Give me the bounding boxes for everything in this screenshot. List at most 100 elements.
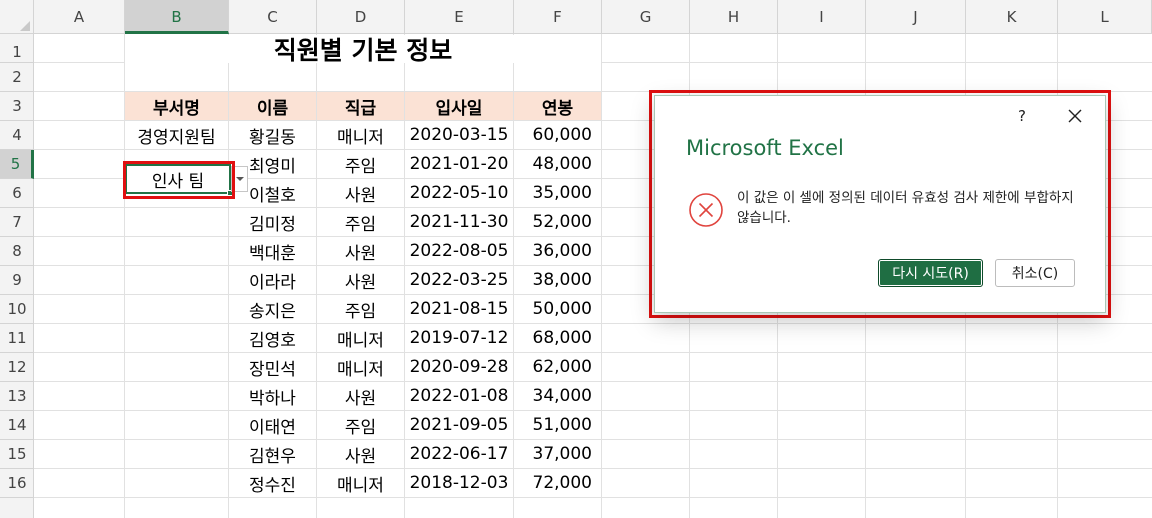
- hire-date-cell[interactable]: 2019-07-12: [405, 324, 513, 352]
- position-cell[interactable]: 주임: [317, 208, 404, 236]
- row-header-5[interactable]: 5: [0, 150, 34, 179]
- row-header-16[interactable]: 16: [0, 469, 34, 498]
- hire-date-cell[interactable]: 2020-09-28: [405, 353, 513, 381]
- salary-cell[interactable]: 38,000: [514, 266, 601, 294]
- retry-button[interactable]: 다시 시도(R): [878, 259, 983, 287]
- salary-cell[interactable]: 36,000: [514, 237, 601, 265]
- dept-cell[interactable]: 경영지원팀: [125, 121, 228, 149]
- hire-date-cell[interactable]: 2021-01-20: [405, 150, 513, 178]
- column-header-k[interactable]: K: [966, 0, 1058, 34]
- column-header-bar: ABCDEFGHIJKL: [0, 0, 1152, 34]
- position-cell[interactable]: 주임: [317, 150, 404, 178]
- salary-cell[interactable]: 52,000: [514, 208, 601, 236]
- sheet-title[interactable]: 직원별 기본 정보: [125, 35, 601, 65]
- hire-date-cell[interactable]: 2022-08-05: [405, 237, 513, 265]
- row-header-8[interactable]: 8: [0, 237, 34, 266]
- name-cell[interactable]: 김현우: [229, 440, 316, 468]
- hire-date-cell[interactable]: 2020-03-15: [405, 121, 513, 149]
- column-header-d[interactable]: D: [317, 0, 405, 34]
- name-cell[interactable]: 송지은: [229, 295, 316, 323]
- salary-cell[interactable]: 35,000: [514, 179, 601, 207]
- hire-date-cell[interactable]: 2022-01-08: [405, 382, 513, 410]
- help-button[interactable]: ?: [1010, 104, 1034, 128]
- hire-date-cell[interactable]: 2021-09-05: [405, 411, 513, 439]
- grid-hline: [34, 497, 1152, 498]
- close-icon: [1068, 109, 1082, 123]
- row-header-6[interactable]: 6: [0, 179, 34, 208]
- name-cell[interactable]: 정수진: [229, 469, 316, 497]
- select-all-corner[interactable]: [0, 0, 34, 34]
- hire-date-cell[interactable]: 2022-06-17: [405, 440, 513, 468]
- cancel-button[interactable]: 취소(C): [995, 259, 1075, 287]
- position-cell[interactable]: 사원: [317, 266, 404, 294]
- column-header-e[interactable]: E: [405, 0, 514, 34]
- position-cell[interactable]: 매니저: [317, 121, 404, 149]
- position-cell[interactable]: 주임: [317, 411, 404, 439]
- salary-cell[interactable]: 60,000: [514, 121, 601, 149]
- active-cell-value[interactable]: 인사 팀: [127, 166, 229, 192]
- column-header-l[interactable]: L: [1058, 0, 1152, 34]
- column-header-b[interactable]: B: [125, 0, 229, 34]
- salary-cell[interactable]: 62,000: [514, 353, 601, 381]
- row-header-bar: 1 2 3 4 5 6 7 8 9 10 11 12 13 14 15 16: [0, 34, 34, 518]
- hire-date-cell[interactable]: 2021-08-15: [405, 295, 513, 323]
- position-cell[interactable]: 사원: [317, 382, 404, 410]
- salary-cell[interactable]: 48,000: [514, 150, 601, 178]
- row-header-3[interactable]: 3: [0, 92, 34, 121]
- name-cell[interactable]: 박하나: [229, 382, 316, 410]
- table-header-cell[interactable]: 연봉: [514, 92, 601, 120]
- grid-vline: [601, 34, 602, 518]
- position-cell[interactable]: 매니저: [317, 353, 404, 381]
- active-cell-b5[interactable]: 인사 팀: [125, 164, 233, 196]
- row-header-13[interactable]: 13: [0, 382, 34, 411]
- position-cell[interactable]: 사원: [317, 237, 404, 265]
- chevron-down-icon: [235, 177, 244, 181]
- position-cell[interactable]: 사원: [317, 440, 404, 468]
- position-cell[interactable]: 매니저: [317, 469, 404, 497]
- close-button[interactable]: [1061, 104, 1089, 128]
- name-cell[interactable]: 황길동: [229, 121, 316, 149]
- column-header-a[interactable]: A: [34, 0, 125, 34]
- column-header-c[interactable]: C: [229, 0, 317, 34]
- column-header-h[interactable]: H: [690, 0, 778, 34]
- salary-cell[interactable]: 37,000: [514, 440, 601, 468]
- row-header-11[interactable]: 11: [0, 324, 34, 353]
- position-cell[interactable]: 사원: [317, 179, 404, 207]
- table-header-cell[interactable]: 입사일: [405, 92, 513, 120]
- hire-date-cell[interactable]: 2022-03-25: [405, 266, 513, 294]
- row-header-10[interactable]: 10: [0, 295, 34, 324]
- name-cell[interactable]: 장민석: [229, 353, 316, 381]
- table-header-cell[interactable]: 이름: [229, 92, 316, 120]
- row-header-7[interactable]: 7: [0, 208, 34, 237]
- salary-cell[interactable]: 34,000: [514, 382, 601, 410]
- name-cell[interactable]: 이태연: [229, 411, 316, 439]
- row-header-2[interactable]: 2: [0, 63, 34, 92]
- row-header-12[interactable]: 12: [0, 353, 34, 382]
- name-cell[interactable]: 백대훈: [229, 237, 316, 265]
- column-header-j[interactable]: J: [866, 0, 966, 34]
- column-header-f[interactable]: F: [514, 0, 602, 34]
- salary-cell[interactable]: 68,000: [514, 324, 601, 352]
- row-header-9[interactable]: 9: [0, 266, 34, 295]
- hire-date-cell[interactable]: 2018-12-03: [405, 469, 513, 497]
- column-header-g[interactable]: G: [602, 0, 690, 34]
- name-cell[interactable]: 이라라: [229, 266, 316, 294]
- row-header-1[interactable]: 1: [0, 34, 34, 63]
- hire-date-cell[interactable]: 2021-11-30: [405, 208, 513, 236]
- position-cell[interactable]: 매니저: [317, 324, 404, 352]
- salary-cell[interactable]: 51,000: [514, 411, 601, 439]
- position-cell[interactable]: 주임: [317, 295, 404, 323]
- validation-dropdown-button[interactable]: [231, 166, 248, 192]
- name-cell[interactable]: 김미정: [229, 208, 316, 236]
- salary-cell[interactable]: 72,000: [514, 469, 601, 497]
- table-header-cell[interactable]: 직급: [317, 92, 404, 120]
- salary-cell[interactable]: 50,000: [514, 295, 601, 323]
- row-header-15[interactable]: 15: [0, 440, 34, 469]
- row-header-14[interactable]: 14: [0, 411, 34, 440]
- column-header-i[interactable]: I: [778, 0, 866, 34]
- name-cell[interactable]: 김영호: [229, 324, 316, 352]
- table-header-cell[interactable]: 부서명: [125, 92, 228, 120]
- hire-date-cell[interactable]: 2022-05-10: [405, 179, 513, 207]
- row-header-4[interactable]: 4: [0, 121, 34, 150]
- dialog-title: Microsoft Excel: [686, 136, 844, 160]
